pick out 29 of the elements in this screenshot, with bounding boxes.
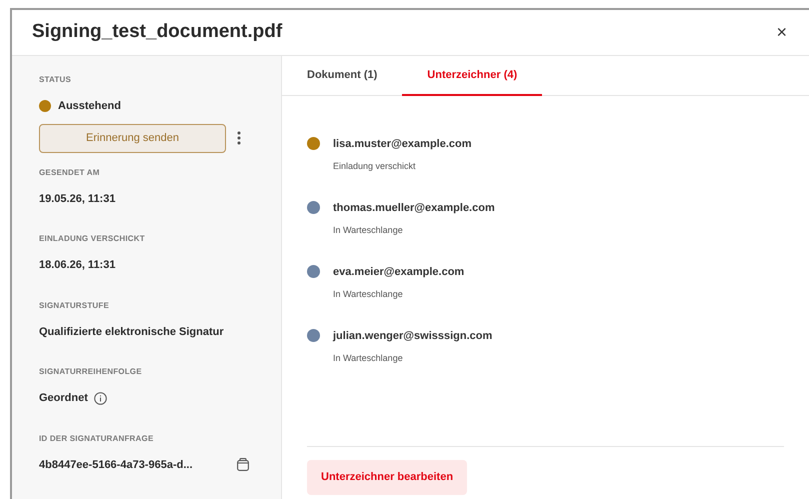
- copy-icon[interactable]: [237, 458, 249, 472]
- field-value: Qualifizierte elektronische Signatur: [39, 324, 224, 340]
- signer-email: julian.wenger@swisssign.com: [333, 329, 492, 344]
- dialog-title: Signing_test_document.pdf: [32, 20, 282, 44]
- field-value: 4b8447ee-5166-4a73-965a-d...: [39, 458, 192, 472]
- field-label: STATUS: [39, 74, 72, 86]
- edit-signers-button[interactable]: Unterzeichner bearbeiten: [307, 460, 468, 495]
- field-value: 18.06.26, 11:31: [39, 258, 116, 273]
- field-value: Geordnet: [39, 391, 88, 406]
- signer-status: Einladung verschickt: [333, 160, 417, 173]
- field-label: ID DER SIGNATURANFRAGE: [39, 432, 154, 444]
- send-reminder-button[interactable]: Erinnerung senden: [39, 124, 226, 152]
- field-label: SIGNATURSTUFE: [39, 300, 110, 312]
- tab[interactable]: Unterzeichner (4): [402, 56, 542, 96]
- signer-email: eva.meier@example.com: [333, 265, 464, 280]
- signer-status: In Warteschlange: [333, 288, 404, 301]
- signer-email: thomas.mueller@example.com: [333, 201, 495, 216]
- signer-status: In Warteschlange: [333, 224, 404, 237]
- close-button[interactable]: ×: [776, 19, 787, 46]
- status-value: Ausstehend: [58, 99, 121, 114]
- signer-status: In Warteschlange: [333, 352, 404, 365]
- field-label: SIGNATURREIHENFOLGE: [39, 366, 143, 378]
- field-value: 19.05.26, 11:31: [39, 192, 116, 206]
- tab[interactable]: Dokument (1): [292, 56, 392, 96]
- field-label: GESENDET AM: [39, 166, 101, 178]
- more-icon[interactable]: [237, 131, 241, 145]
- signer-email: lisa.muster@example.com: [333, 137, 472, 152]
- field-label: EINLADUNG VERSCHICKT: [39, 233, 146, 245]
- info-icon[interactable]: [94, 392, 107, 405]
